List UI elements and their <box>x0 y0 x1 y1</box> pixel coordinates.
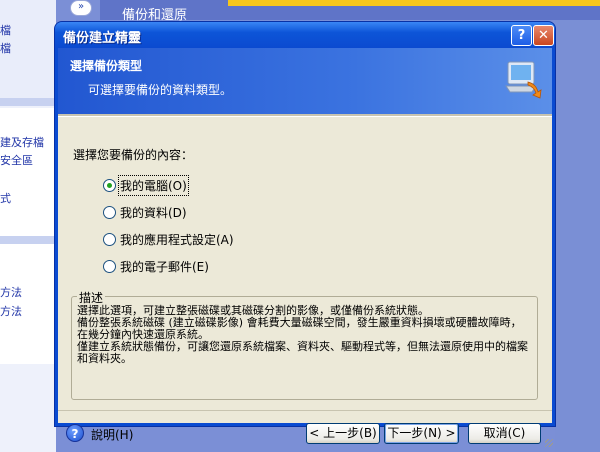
task-pane-link[interactable]: 建及存檔 <box>0 134 44 150</box>
computer-backup-icon <box>505 61 542 99</box>
background-right-area <box>555 20 600 452</box>
help-icon[interactable]: ? <box>66 424 84 442</box>
double-chevron-up-icon[interactable]: » <box>70 0 92 16</box>
option-app-settings[interactable]: 我的應用程式設定(A) <box>103 230 234 248</box>
option-label[interactable]: 我的電子郵件(E) <box>120 258 209 275</box>
dialog-titlebar[interactable]: 備份建立精靈 ? ✕ <box>55 22 555 48</box>
wizard-header: 選擇備份類型 可選擇要備份的資料類型。 <box>58 48 552 114</box>
task-pane-link[interactable]: 方法 <box>0 303 22 319</box>
task-pane-section <box>0 108 56 236</box>
backup-wizard-dialog: 備份建立精靈 ? ✕ 選擇備份類型 可選擇要備份的資料類型。 選擇您要備份的內容… <box>55 22 555 447</box>
dialog-title: 備份建立精靈 <box>63 31 142 46</box>
close-button[interactable]: ✕ <box>533 25 554 46</box>
radio-unselected-icon[interactable] <box>103 259 116 273</box>
option-my-data[interactable]: 我的資料(D) <box>103 203 187 221</box>
back-button[interactable]: < 上一步(B) <box>306 423 380 444</box>
help-link[interactable]: 說明(H) <box>91 426 133 443</box>
backup-type-prompt: 選擇您要備份的內容： <box>73 148 194 162</box>
footer-separator <box>58 410 552 411</box>
resize-grip-icon[interactable] <box>545 439 553 447</box>
cancel-button[interactable]: 取消(C) <box>468 423 541 444</box>
option-label[interactable]: 我的應用程式設定(A) <box>120 231 234 248</box>
task-pane-divider <box>0 98 56 106</box>
header-separator <box>58 114 552 117</box>
radio-selected-icon[interactable] <box>103 178 116 192</box>
option-email[interactable]: 我的電子郵件(E) <box>103 257 209 275</box>
task-pane-divider <box>0 236 56 244</box>
next-button[interactable]: 下一步(N) > <box>384 423 459 444</box>
wizard-step-title: 選擇備份類型 <box>70 59 143 73</box>
radio-unselected-icon[interactable] <box>103 232 116 246</box>
description-line: 和資料夾。 <box>77 352 132 365</box>
dialog-client-area: 選擇備份類型 可選擇要備份的資料類型。 選擇您要備份的內容： 我的電腦(O) 我… <box>58 48 553 447</box>
help-titlebar-button[interactable]: ? <box>511 25 532 46</box>
background-task-pane: 檔 檔 建及存檔 安全區 式 方法 方法 <box>0 0 56 452</box>
task-pane-link[interactable]: 檔 <box>0 22 11 38</box>
option-label[interactable]: 我的資料(D) <box>120 204 187 221</box>
description-line: 僅建立系統狀態備份，可讓您還原系統檔案、資料夾、驅動程式等，但無法還原使用中的檔… <box>77 340 528 353</box>
description-text: 選擇此選項，可建立整張磁碟或其磁碟分割的影像，或僅備份系統狀態。 備份整張系統磁… <box>77 305 535 365</box>
task-pane-link[interactable]: 檔 <box>0 40 11 56</box>
option-label[interactable]: 我的電腦(O) <box>118 174 189 196</box>
task-pane-link[interactable]: 式 <box>0 190 11 206</box>
wizard-step-subtitle: 可選擇要備份的資料類型。 <box>88 83 233 97</box>
task-pane-link[interactable]: 安全區 <box>0 152 33 168</box>
option-my-computer[interactable]: 我的電腦(O) <box>103 174 189 196</box>
task-pane-link[interactable]: 方法 <box>0 284 22 300</box>
background-accent-bar <box>228 0 600 6</box>
radio-unselected-icon[interactable] <box>103 205 116 219</box>
background-app-title: 備份和還原 <box>122 8 188 23</box>
